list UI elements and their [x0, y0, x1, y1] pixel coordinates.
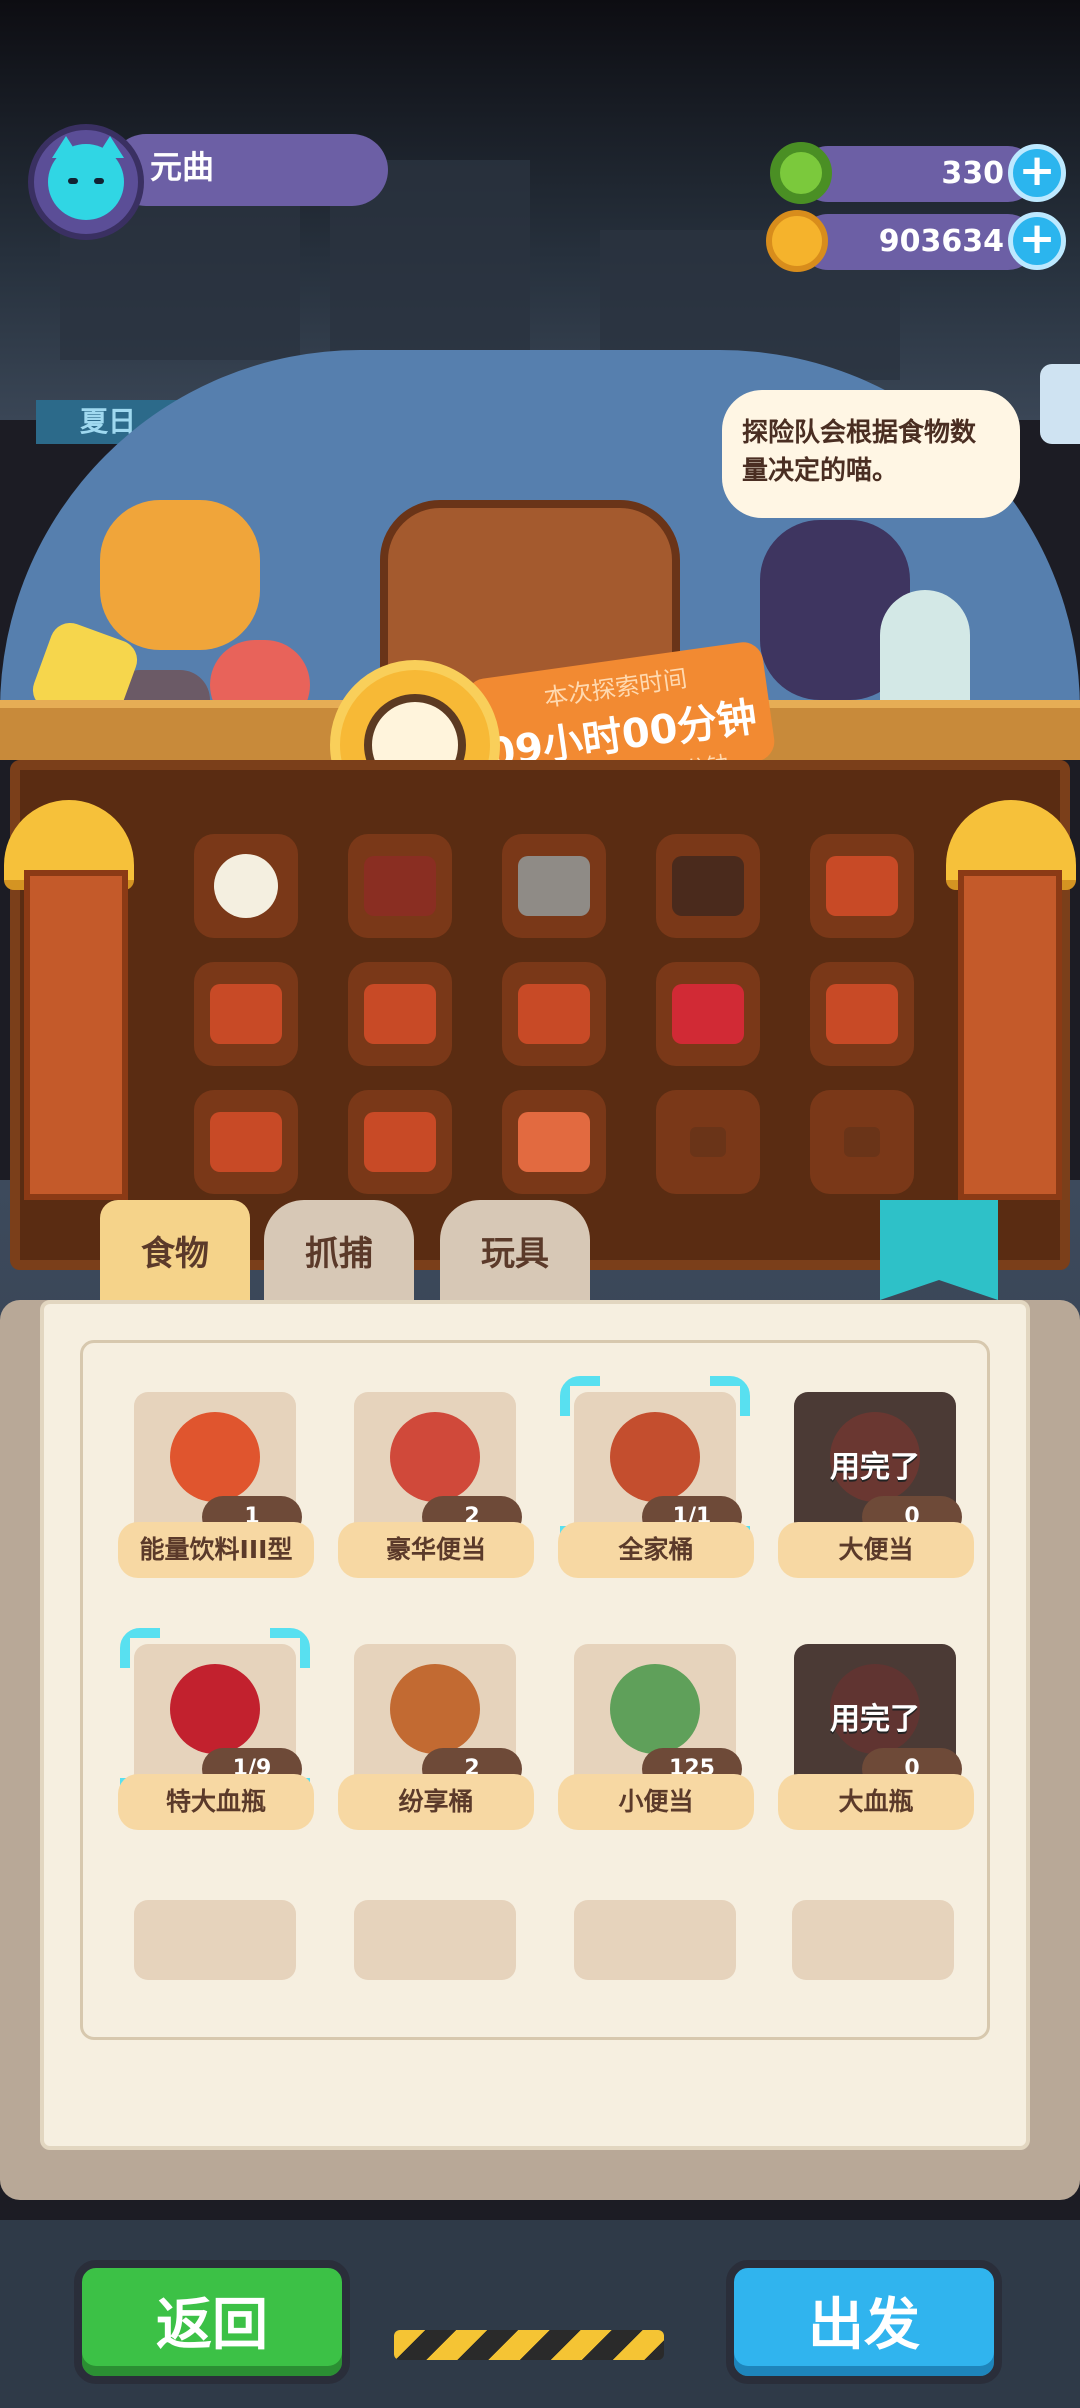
depart-button[interactable]: 出发: [726, 2260, 1002, 2384]
share-icon[interactable]: [1040, 364, 1080, 444]
lunchbox-icon: [364, 1112, 436, 1172]
item-name: 大血瓶: [778, 1774, 974, 1830]
cat-face-icon: [48, 144, 124, 220]
food-item-icon: [170, 1664, 260, 1754]
supply-slot[interactable]: [502, 1090, 606, 1194]
supply-slot[interactable]: [194, 962, 298, 1066]
item-card[interactable]: [574, 1900, 736, 1980]
add-coin-button[interactable]: +: [1008, 212, 1066, 270]
supply-slot[interactable]: [656, 834, 760, 938]
back-button[interactable]: 返回: [74, 2260, 350, 2384]
item-card[interactable]: [792, 1900, 954, 1980]
item-card[interactable]: 用完了 0: [794, 1392, 962, 1542]
item-name: 纷享桶: [338, 1774, 534, 1830]
item-card[interactable]: 1/1: [574, 1392, 742, 1542]
fish-banner: [958, 870, 1062, 1200]
supply-slot[interactable]: [502, 962, 606, 1066]
supply-slot[interactable]: [348, 962, 452, 1066]
donut-count: 330: [941, 156, 1004, 191]
orange-cat-character: [100, 500, 260, 650]
lunchbox-icon: [518, 984, 590, 1044]
used-up-label: 用完了: [830, 1702, 920, 1737]
lunchbox-icon: [210, 1112, 282, 1172]
pearl-icon: [214, 854, 278, 918]
food-item-icon: [610, 1664, 700, 1754]
player-name: 元曲: [150, 148, 215, 186]
used-up-label: 用完了: [830, 1450, 920, 1485]
item-name: 小便当: [558, 1774, 754, 1830]
food-item-icon: [170, 1412, 260, 1502]
item-name: 豪华便当: [338, 1522, 534, 1578]
food-item-icon: [610, 1412, 700, 1502]
food-item-icon: [390, 1664, 480, 1754]
tab-capture[interactable]: 抓捕: [264, 1200, 414, 1300]
lock-icon: [690, 1127, 726, 1157]
supply-slot[interactable]: [194, 1090, 298, 1194]
item-name: 特大血瓶: [118, 1774, 314, 1830]
bookmark-icon[interactable]: [880, 1200, 998, 1300]
item-card[interactable]: 2: [354, 1644, 522, 1794]
item-card[interactable]: 2: [354, 1392, 522, 1542]
supply-slot[interactable]: [348, 1090, 452, 1194]
supply-slot[interactable]: [194, 834, 298, 938]
red-potion-icon: [672, 984, 744, 1044]
item-name: 全家桶: [558, 1522, 754, 1578]
supply-slot[interactable]: [810, 834, 914, 938]
item-card[interactable]: [134, 1900, 296, 1980]
tip-bubble: 探险队会根据食物数量决定的喵。: [722, 390, 1020, 518]
item-name: 大便当: [778, 1522, 974, 1578]
lunchbox-icon: [210, 984, 282, 1044]
supply-slot[interactable]: [810, 962, 914, 1066]
fish-banner: [24, 870, 128, 1200]
lunchbox-icon: [826, 984, 898, 1044]
supply-slot[interactable]: [656, 962, 760, 1066]
supply-slot[interactable]: [348, 834, 452, 938]
pistol-icon: [364, 856, 436, 916]
lock-icon: [844, 1127, 880, 1157]
item-card[interactable]: 用完了 0: [794, 1644, 962, 1794]
item-card[interactable]: 125: [574, 1644, 742, 1794]
item-card[interactable]: [354, 1900, 516, 1980]
tab-food[interactable]: 食物: [100, 1200, 250, 1300]
avatar[interactable]: [28, 124, 144, 240]
add-donut-button[interactable]: +: [1008, 144, 1066, 202]
item-name: 能量饮料III型: [118, 1522, 314, 1578]
food-item-icon: [390, 1412, 480, 1502]
item-card[interactable]: 1/9: [134, 1644, 302, 1794]
lunchbox-icon: [364, 984, 436, 1044]
hammer-icon: [518, 856, 590, 916]
coin-count: 903634: [878, 224, 1004, 259]
hazard-stripe: [394, 2330, 664, 2360]
category-tabs: 食物 抓捕 玩具: [0, 1200, 1080, 1300]
no-sign-icon: [672, 856, 744, 916]
supply-slot[interactable]: [502, 834, 606, 938]
chicken-bucket-icon: [518, 1112, 590, 1172]
lunchbox-icon: [826, 856, 898, 916]
item-card[interactable]: 1: [134, 1392, 302, 1542]
supply-slot[interactable]: [810, 1090, 914, 1194]
tab-toys[interactable]: 玩具: [440, 1200, 590, 1300]
planet-coin-icon: [766, 210, 828, 272]
supply-slot[interactable]: [656, 1090, 760, 1194]
